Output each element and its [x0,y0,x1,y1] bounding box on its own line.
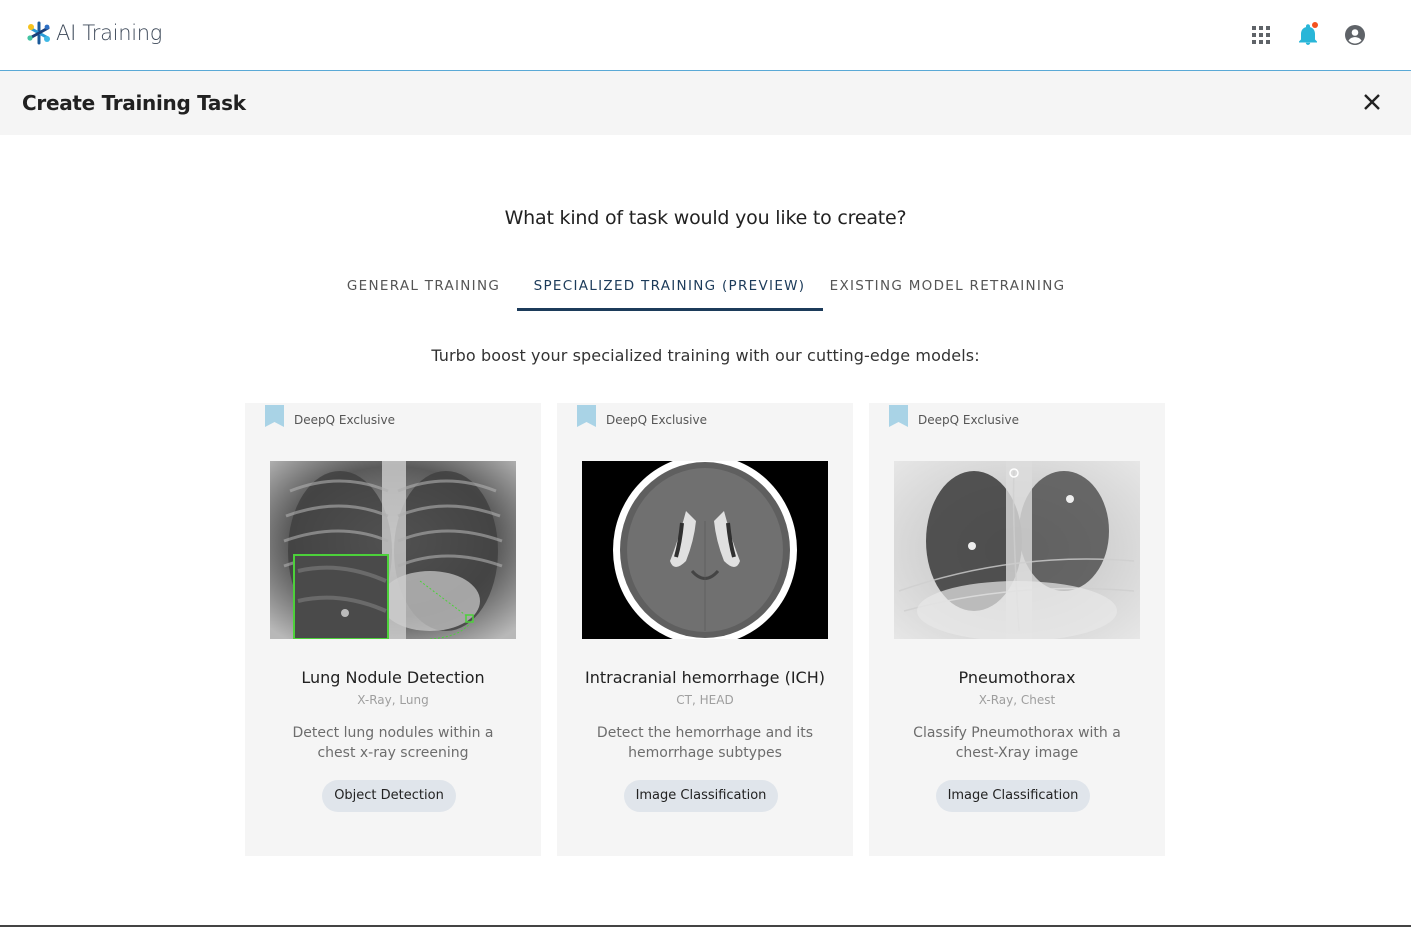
exclusive-badge: DeepQ Exclusive [294,413,395,427]
model-card-pneumothorax[interactable]: DeepQ Exclusive Pneumothorax X-Ray, Ches… [869,403,1165,856]
close-icon[interactable] [1361,91,1383,113]
model-card-ich[interactable]: DeepQ Exclusive Intracranial hemorrhage … [557,403,853,856]
app-logo-icon [26,20,52,46]
bookmark-icon [265,405,284,427]
card-title: Pneumothorax [958,668,1076,687]
page-header: Create Training Task [0,71,1411,135]
bookmark-icon [889,405,908,427]
apps-grid-icon[interactable] [1248,22,1273,47]
task-type-chip: Object Detection [322,780,456,812]
task-type-tabs: GENERAL TRAINING SPECIALIZED TRAINING (P… [0,268,1411,311]
exclusive-badge: DeepQ Exclusive [606,413,707,427]
chest-xray-thumbnail [270,461,516,639]
chip-container: Object Detection [241,780,537,812]
tab-general-training[interactable]: GENERAL TRAINING [339,268,509,311]
task-type-chip: Image Classification [935,780,1091,812]
notification-dot [1312,22,1318,28]
top-app-bar: AI Training [0,0,1411,71]
card-title: Intracranial hemorrhage (ICH) [584,668,825,687]
tab-subtitle: Turbo boost your specialized training wi… [431,346,980,365]
account-icon[interactable] [1342,22,1367,47]
card-description: Classify Pneumothorax with a chest-Xray … [913,725,1121,761]
bell-icon[interactable] [1295,22,1320,47]
chip-container: Image Classification [553,780,849,812]
bookmark-icon [577,405,596,427]
top-actions [1248,22,1367,47]
model-card-lung-nodule[interactable]: DeepQ Exclusive Lung Nodule Detection X-… [245,403,541,856]
chest-xray-thumbnail [894,461,1140,639]
card-modality: X-Ray, Lung [357,693,429,707]
card-description: Detect the hemorrhage and its hemorrhage… [596,725,814,761]
chip-container: Image Classification [865,780,1161,812]
task-type-chip: Image Classification [623,780,779,812]
card-modality: X-Ray, Chest [978,693,1056,707]
task-question: What kind of task would you like to crea… [504,207,907,229]
tab-existing-model-retraining[interactable]: EXISTING MODEL RETRAINING [823,268,1073,311]
head-ct-thumbnail [582,461,828,639]
page-title: Create Training Task [22,91,246,115]
card-modality: CT, HEAD [676,693,734,707]
brand[interactable]: AI Training [26,20,162,46]
tab-specialized-training[interactable]: SPECIALIZED TRAINING (PREVIEW) [516,268,823,311]
card-description: Detect lung nodules within a chest x-ray… [292,725,494,761]
exclusive-badge: DeepQ Exclusive [918,413,1019,427]
card-title: Lung Nodule Detection [301,668,485,687]
app-name: AI Training [56,21,163,45]
